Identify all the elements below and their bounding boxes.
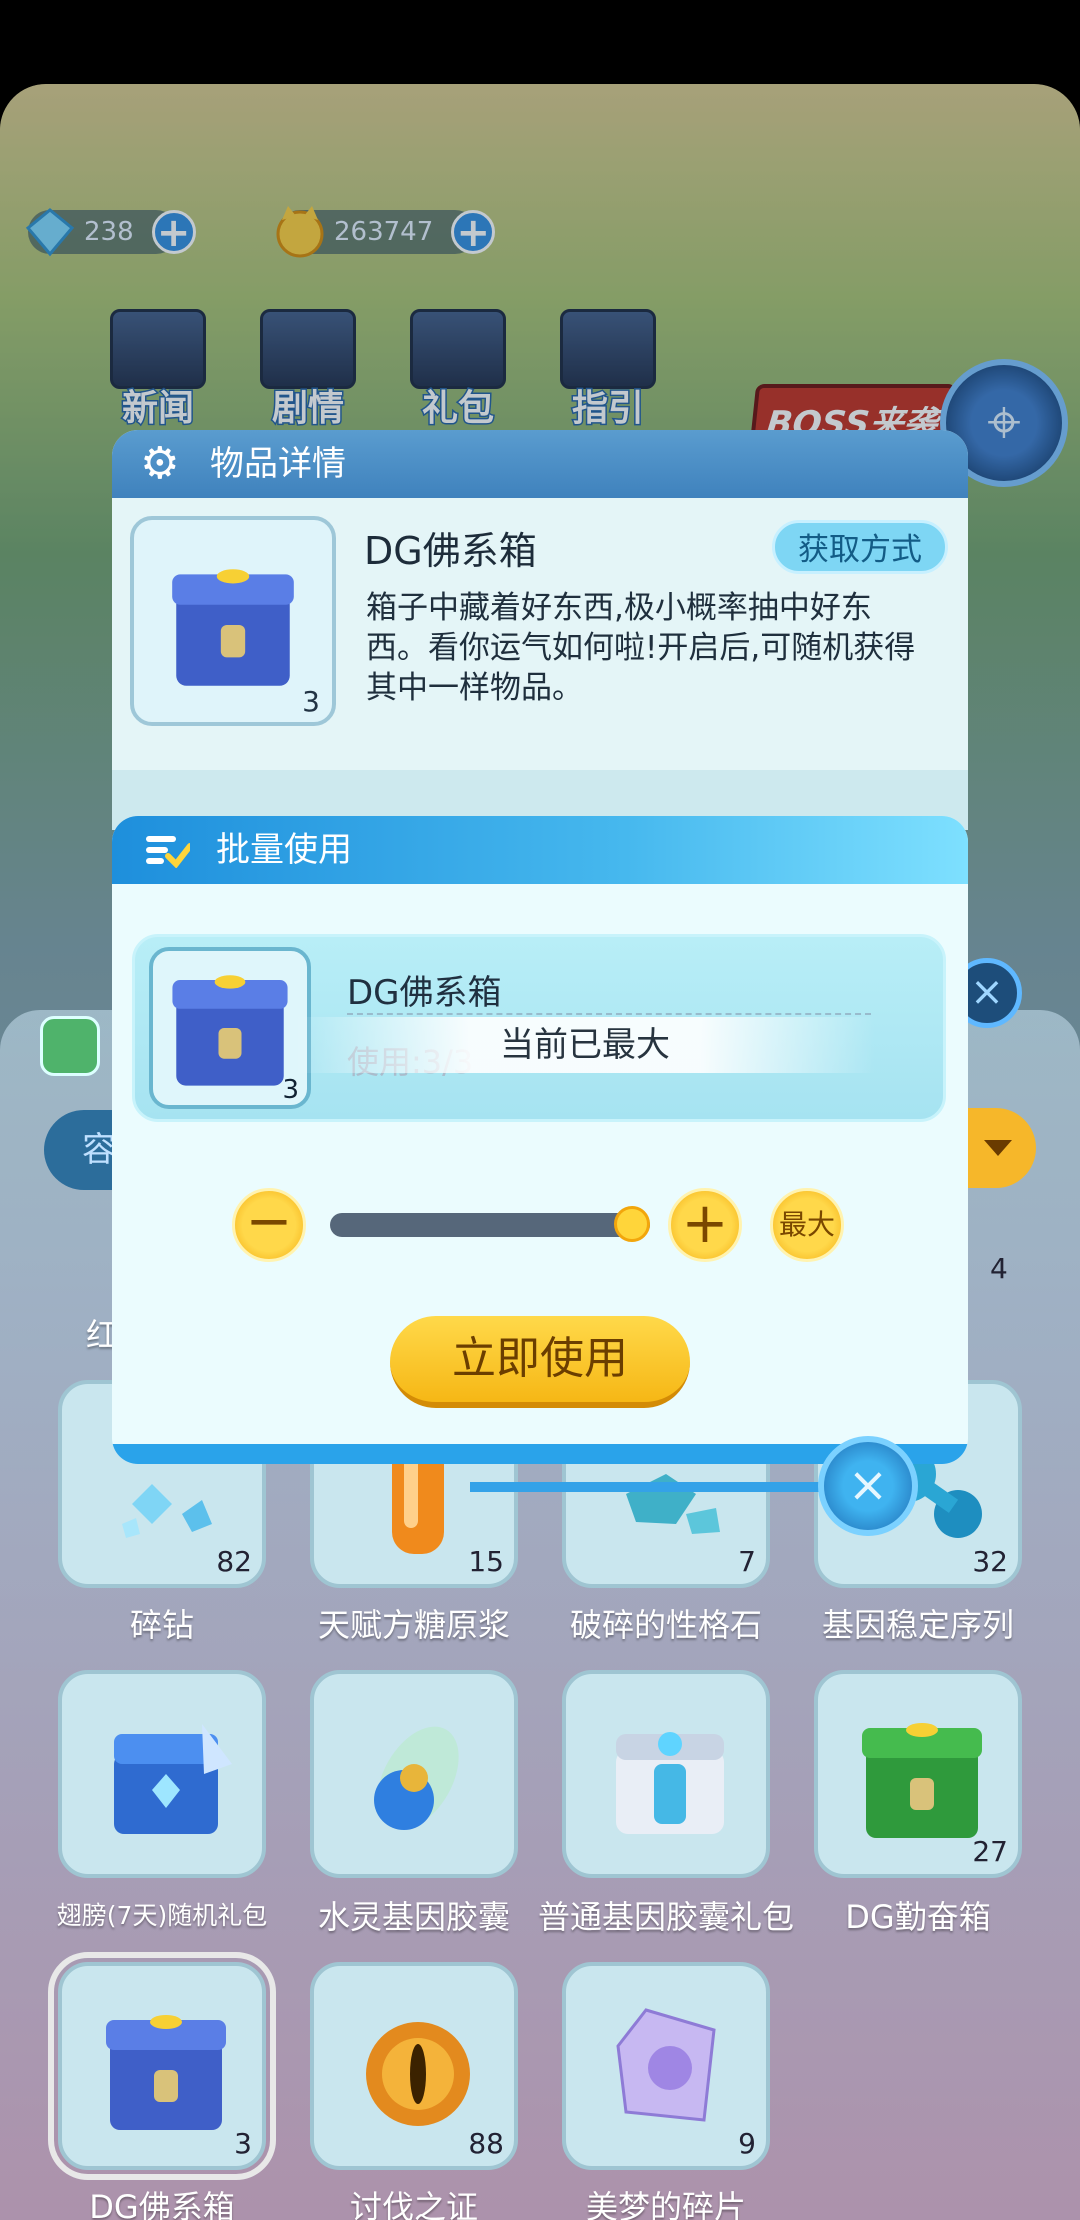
detail-header-title: 物品详情 [210, 444, 346, 484]
battery-tab-icon[interactable] [40, 1016, 100, 1076]
detail-item-title: DG佛系箱 [364, 529, 537, 573]
menu-gift-label: 礼包 [420, 387, 495, 431]
menu-story-label: 剧情 [270, 387, 345, 431]
close-icon[interactable]: × [818, 1436, 918, 1536]
batch-item-icon: 3 [149, 947, 311, 1109]
item-name: 翅膀(7天)随机礼包 [56, 1901, 268, 1930]
item-name: 基因稳定序列 [821, 1606, 1014, 1644]
gem-counter: 238 + [25, 208, 196, 257]
close-connector [470, 1482, 822, 1492]
batch-item-card: 3 DG佛系箱 使用:3/3 当前已最大 [132, 934, 946, 1122]
item-count: 7 [738, 1545, 756, 1578]
item-name: 破碎的性格石 [569, 1606, 762, 1644]
divider [347, 1013, 871, 1015]
gift-icon [410, 309, 506, 389]
detail-item-icon: 3 [130, 516, 336, 726]
buddha-box-icon [172, 569, 294, 686]
item-name: 普通基因胶囊礼包 [537, 1898, 794, 1936]
item-count: 32 [972, 1545, 1008, 1578]
batch-item-name: DG佛系箱 [347, 973, 502, 1013]
guide-icon [560, 309, 656, 389]
checklist-icon [146, 836, 190, 868]
inventory-item-selected[interactable]: 3 [48, 1952, 276, 2180]
quantity-slider-track[interactable] [330, 1213, 650, 1237]
item-count: 88 [468, 2127, 504, 2160]
add-gems-button[interactable]: + [151, 210, 196, 254]
menu-news[interactable]: 新闻 [88, 299, 228, 439]
inventory-item[interactable]: 9 [562, 1962, 770, 2170]
increase-button[interactable]: + [668, 1188, 742, 1262]
decrease-button[interactable]: − [232, 1188, 306, 1262]
gear-icon: ⚙ [140, 438, 180, 489]
story-icon [260, 309, 356, 389]
quantity-slider-handle[interactable] [614, 1206, 650, 1242]
max-reached-toast: 当前已最大 [295, 1017, 875, 1073]
detail-item-count: 3 [302, 685, 320, 718]
detail-description: 箱子中藏着好东西,极小概率抽中好东西。看你运气如何啦!开启后,可随机获得其中一样… [366, 590, 916, 706]
item-count: 3 [234, 2127, 252, 2160]
menu-guide-label: 指引 [570, 387, 645, 431]
inventory-item[interactable] [58, 1670, 266, 1878]
batch-use-dialog: 批量使用 3 DG佛系箱 使用:3/3 当前已最大 − + 最大 立即使用 [112, 816, 968, 1464]
dream-shard-icon [616, 2008, 716, 2122]
item-count: 27 [972, 1835, 1008, 1868]
news-icon [110, 309, 206, 389]
item-name: DG佛系箱 [89, 2188, 235, 2220]
inventory-item[interactable]: 27 [814, 1670, 1022, 1878]
inventory-item[interactable]: 88 [310, 1962, 518, 2170]
buddha-box-icon [172, 975, 288, 1086]
wing-gift-box-icon [114, 1724, 232, 1834]
water-gene-capsule-icon [374, 1726, 459, 1830]
gem-amount: 238 [84, 217, 134, 247]
item-count: 15 [468, 1545, 504, 1578]
item-name: 水灵基因胶囊 [317, 1898, 510, 1936]
item-name: 天赋方糖原浆 [317, 1606, 510, 1644]
batch-item-count: 3 [282, 1075, 299, 1105]
batch-header-title: 批量使用 [216, 830, 352, 870]
diligent-box-icon [862, 1723, 982, 1838]
coin-counter: 263747 + [276, 206, 496, 258]
obtain-method-button[interactable]: 获取方式 [772, 520, 948, 574]
coin-amount: 263747 [334, 217, 434, 247]
item-count: 82 [216, 1545, 252, 1578]
item-count: 9 [738, 2127, 756, 2160]
gene-capsule-gift-icon [616, 1732, 724, 1834]
inventory-item[interactable] [310, 1670, 518, 1878]
detail-header: ⚙ 物品详情 [112, 430, 968, 498]
cat-coin-icon [276, 206, 324, 258]
item-count-partial: 4 [990, 1252, 1008, 1285]
buddha-box-icon [106, 2015, 226, 2130]
item-name: 美梦的碎片 [585, 2188, 746, 2220]
item-name: DG勤奋箱 [845, 1898, 991, 1936]
crusade-token-icon [366, 2022, 470, 2126]
menu-gift[interactable]: 礼包 [388, 299, 528, 439]
item-name: 碎钻 [129, 1606, 194, 1644]
add-coins-button[interactable]: + [451, 210, 496, 254]
menu-story[interactable]: 剧情 [238, 299, 378, 439]
menu-news-label: 新闻 [120, 387, 195, 431]
item-name: 讨伐之证 [349, 2188, 478, 2220]
max-button[interactable]: 最大 [770, 1188, 844, 1262]
use-now-button[interactable]: 立即使用 [390, 1316, 690, 1408]
item-detail-dialog: ⚙ 物品详情 3 DG佛系箱 获取方式 箱子中藏着好东西,极小概率抽中好东西。看… [112, 430, 968, 830]
batch-header: 批量使用 [112, 816, 968, 884]
inventory-item[interactable] [562, 1670, 770, 1878]
diamond-icon [25, 208, 75, 257]
menu-guide[interactable]: 指引 [538, 299, 678, 439]
